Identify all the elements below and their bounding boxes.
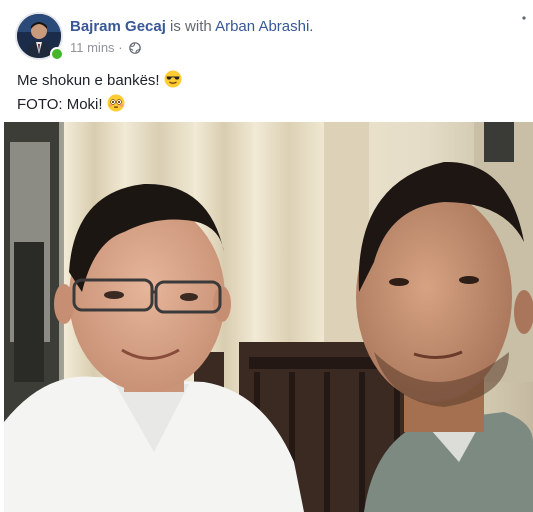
flushed-face-icon: [107, 94, 125, 118]
post-line-2-text: FOTO: Moki!: [17, 96, 103, 113]
meta-separator: ·: [118, 40, 123, 55]
post-timestamp[interactable]: 11 mins: [70, 40, 115, 55]
post-title-line: Bajram Gecaj is with Arban Abrashi.: [70, 17, 313, 36]
with-text: is with: [165, 18, 216, 35]
post-line-1-text: Me shokun e bankës!: [17, 72, 160, 89]
post-line-1: Me shokun e bankës!: [17, 70, 182, 94]
online-status-dot: [50, 47, 64, 61]
globe-icon[interactable]: [129, 41, 141, 58]
post-meta: 11 mins ·: [70, 39, 141, 58]
post-text: Me shokun e bankës! FOTO: Moki!: [17, 70, 182, 118]
tagged-person-link[interactable]: Arban Abrashi.: [215, 18, 313, 35]
post-header: Bajram Gecaj is with Arban Abrashi. 11 m…: [17, 14, 533, 62]
selfie-photo-image: [4, 122, 533, 512]
author-name-link[interactable]: Bajram Gecaj: [70, 18, 166, 35]
post-card: Bajram Gecaj is with Arban Abrashi. 11 m…: [0, 0, 533, 512]
more-dots-icon[interactable]: [517, 16, 531, 30]
post-photo[interactable]: [4, 122, 533, 512]
smiling-face-with-sunglasses-icon: [164, 70, 182, 94]
post-line-2: FOTO: Moki!: [17, 94, 182, 118]
